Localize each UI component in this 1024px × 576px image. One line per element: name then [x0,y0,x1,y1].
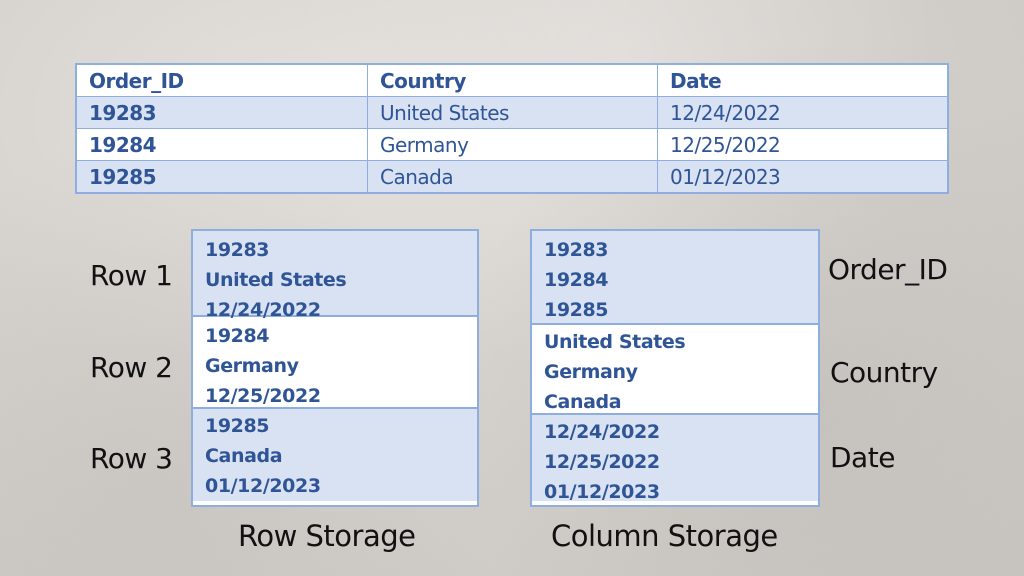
cell-country: Germany [367,128,658,161]
cell-country: United States [367,96,658,129]
cell-order-id: 19284 [75,128,368,161]
column-block-date: 12/24/2022 12/25/2022 01/12/2023 [532,415,818,503]
table-row: 19284 Germany 12/25/2022 [75,128,949,161]
cell-date: 12/25/2022 [657,128,949,161]
column-block-value: United States [544,331,686,353]
row-block-value: 19285 [205,415,270,437]
header-date: Date [657,63,949,97]
row-block-value: Germany [205,355,299,377]
table-header-row: Order_ID Country Date [75,63,949,97]
column-block-value: 19284 [544,269,609,291]
cell-date: 12/24/2022 [657,96,949,129]
row-block-value: 19283 [205,239,270,261]
column-label-date: Date [830,441,895,474]
column-block-value: 12/24/2022 [544,421,660,443]
row-label-1: Row 1 [90,259,173,292]
column-block-value: 19285 [544,299,609,321]
row-block-2: 19284 Germany 12/25/2022 [193,317,477,409]
column-storage-box: 19283 19284 19285 United States Germany … [530,229,820,507]
column-block-country: United States Germany Canada [532,325,818,415]
header-country: Country [367,63,658,97]
row-block-value: 12/25/2022 [205,385,321,407]
column-block-value: Germany [544,361,638,383]
column-block-value: 19283 [544,239,609,261]
cell-date: 01/12/2023 [657,160,949,194]
row-storage-box: 19283 United States 12/24/2022 19284 Ger… [191,229,479,507]
column-storage-caption: Column Storage [551,519,778,553]
row-block-3: 19285 Canada 01/12/2023 [193,409,477,501]
row-block-value: Canada [205,445,283,467]
column-label-order-id: Order_ID [828,253,948,286]
row-block-value: 01/12/2023 [205,475,321,497]
column-block-value: 01/12/2023 [544,481,660,503]
cell-country: Canada [367,160,658,194]
column-label-country: Country [830,356,938,389]
cell-order-id: 19285 [75,160,368,194]
row-label-2: Row 2 [90,351,173,384]
column-block-order-id: 19283 19284 19285 [532,231,818,325]
column-block-value: 12/25/2022 [544,451,660,473]
table-row: 19283 United States 12/24/2022 [75,96,949,129]
row-block-value: 19284 [205,325,270,347]
orders-table: Order_ID Country Date 19283 United State… [75,63,949,194]
row-block-1: 19283 United States 12/24/2022 [193,231,477,321]
cell-order-id: 19283 [75,96,368,129]
row-storage-caption: Row Storage [238,519,416,553]
table-row: 19285 Canada 01/12/2023 [75,160,949,194]
row-label-3: Row 3 [90,442,173,475]
row-block-value: United States [205,269,347,291]
header-order-id: Order_ID [75,63,368,97]
column-block-value: Canada [544,391,622,413]
